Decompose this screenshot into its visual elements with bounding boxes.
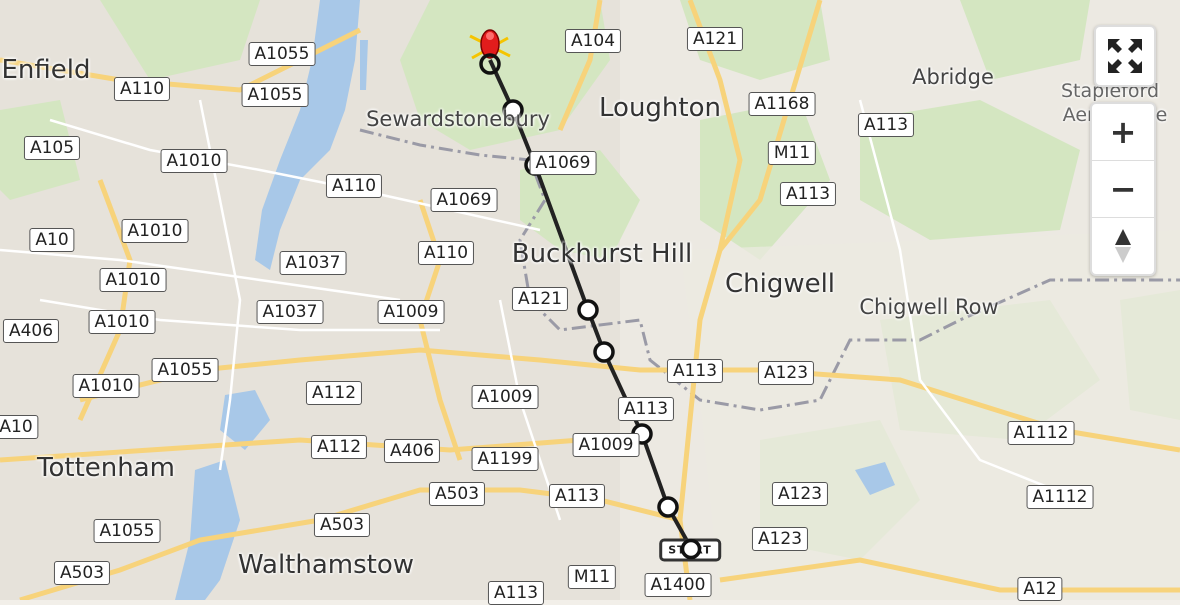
road-shield: A112 (305, 381, 363, 405)
road-shield: A1055 (241, 83, 309, 107)
place-label: Abridge (912, 65, 994, 89)
road-shield: A1400 (644, 573, 712, 597)
start-label-text: START (668, 543, 712, 557)
road-shield: A1009 (471, 385, 539, 409)
place-label: Walthamstow (237, 550, 415, 580)
road-shield: A1010 (99, 268, 167, 292)
road-shield: A1168 (748, 92, 816, 116)
road-shield: A113 (666, 359, 724, 383)
road-shield: A113 (857, 113, 915, 137)
road-shield: M11 (567, 565, 617, 589)
road-shield: A1112 (1026, 485, 1094, 509)
waypoint[interactable] (593, 341, 615, 363)
road-shield: A110 (325, 174, 383, 198)
road-shield: A1037 (279, 251, 347, 275)
road-shield: A12 (1017, 577, 1063, 601)
road-shield: A503 (313, 513, 371, 537)
road-shield: A10 (0, 415, 39, 439)
road-shield: A104 (564, 29, 622, 53)
road-shield: A113 (779, 182, 837, 206)
place-label: Loughton (599, 93, 721, 123)
zoom-out-button[interactable]: − (1092, 161, 1154, 218)
road-shield: A1055 (151, 358, 219, 382)
road-shield: A121 (686, 27, 744, 51)
road-shield: A105 (23, 136, 81, 160)
road-shield: A112 (310, 435, 368, 459)
place-label: Enfield (1, 55, 91, 85)
place-label: Buckhurst Hill (511, 239, 693, 269)
road-shield: M11 (767, 141, 817, 165)
zoom-in-button[interactable]: + (1092, 104, 1154, 161)
road-shield: A1112 (1007, 421, 1075, 445)
place-label: Tottenham (37, 453, 175, 483)
compass-button[interactable] (1092, 218, 1154, 274)
road-shield: A406 (383, 439, 441, 463)
road-shield: A10 (29, 228, 75, 252)
road-shield: A1010 (72, 374, 140, 398)
road-shield: A123 (771, 482, 829, 506)
road-shield: A503 (428, 482, 486, 506)
road-shield: A121 (511, 287, 569, 311)
compass-icon (1115, 229, 1131, 263)
road-shield: A123 (751, 527, 809, 551)
road-shield: A406 (2, 319, 60, 343)
road-shield: A1055 (93, 519, 161, 543)
road-shield: A1199 (471, 447, 539, 471)
road-shield: A1009 (572, 433, 640, 457)
road-shield: A113 (548, 484, 606, 508)
fullscreen-button[interactable] (1094, 25, 1156, 87)
road-shield: A1010 (88, 310, 156, 334)
waypoint[interactable] (657, 496, 679, 518)
map-canvas[interactable] (0, 0, 1180, 600)
road-shield: A110 (417, 241, 475, 265)
road-shield: A113 (617, 397, 675, 421)
waypoint[interactable] (577, 299, 599, 321)
fullscreen-icon (1108, 39, 1142, 73)
road-shield: A1010 (160, 149, 228, 173)
zoom-controls: + − (1090, 102, 1156, 276)
place-label: Chigwell (724, 269, 836, 299)
road-shield: A110 (113, 77, 171, 101)
road-shield: A1055 (248, 42, 316, 66)
road-shield: A123 (757, 361, 815, 385)
road-shield: A503 (53, 561, 111, 585)
road-shield: A1069 (529, 151, 597, 175)
road-shield: A1010 (121, 219, 189, 243)
road-shield: A113 (487, 581, 545, 605)
place-label: Sewardstonebury (366, 107, 550, 131)
road-shield: A1009 (377, 300, 445, 324)
start-marker[interactable]: START (659, 538, 721, 562)
road-shield: A1037 (256, 300, 324, 324)
road-shield: A1069 (430, 188, 498, 212)
place-label: Chigwell Row (859, 295, 999, 319)
